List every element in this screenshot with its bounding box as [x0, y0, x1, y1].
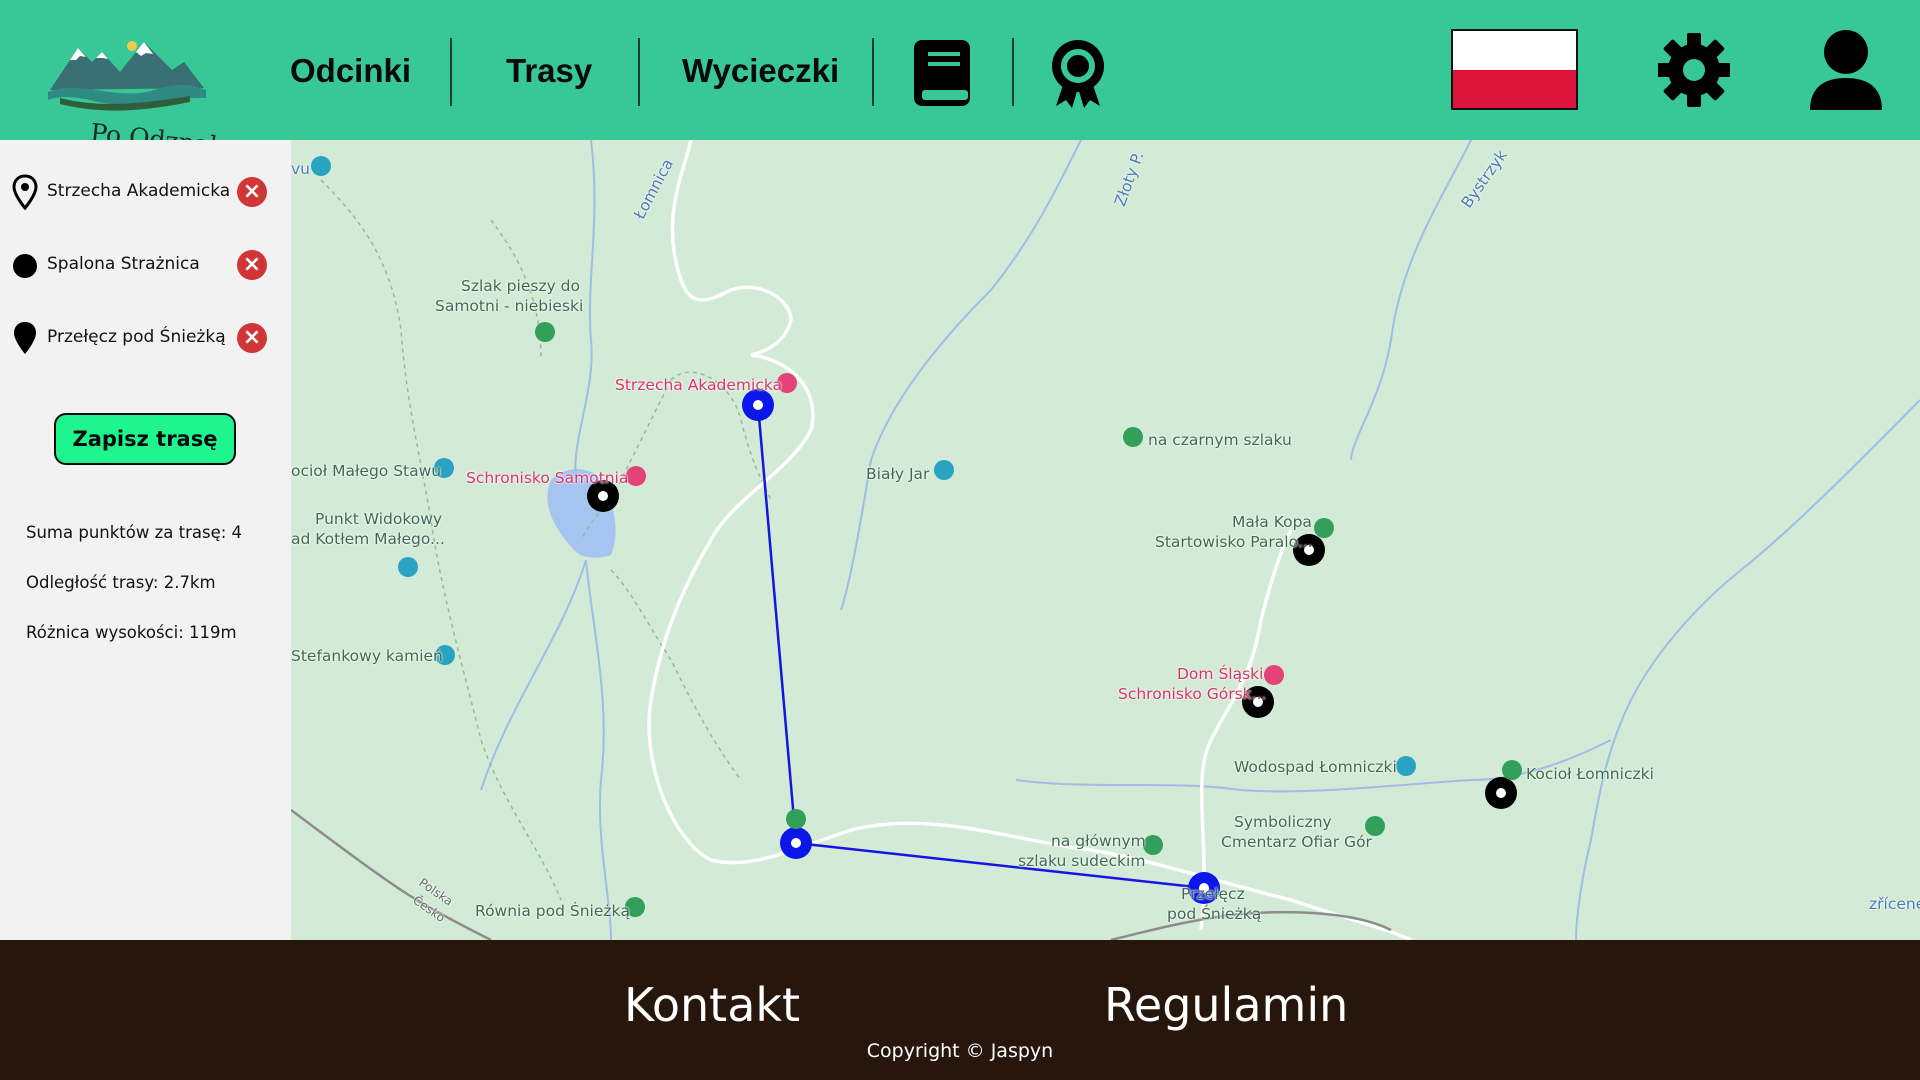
map-label: ocioł Małego Stawu	[291, 462, 442, 480]
poi-green-pins	[535, 322, 1522, 917]
remove-point-button[interactable]: ×	[237, 250, 267, 280]
poi-hotel-pins	[626, 373, 1284, 685]
route-elevation-difference: Różnica wysokości: 119m	[26, 623, 237, 642]
footer-regulamin-link[interactable]: Regulamin	[1104, 978, 1348, 1032]
map-label: Stefankowy kamień	[291, 647, 443, 665]
map-label: Punkt Widokowy	[315, 510, 443, 528]
map-label: Cmentarz Ofiar Gór	[1221, 833, 1372, 851]
flag-white-stripe	[1453, 31, 1576, 70]
po-odznake-logo[interactable]: Po Odznakę	[40, 26, 241, 162]
route-point-label: Strzecha Akademicka	[47, 181, 231, 201]
map-label: pod Śnieżką	[1167, 905, 1262, 923]
end-pin-filled-icon	[14, 322, 36, 354]
nav-trasy[interactable]: Trasy	[506, 52, 592, 90]
nav-divider	[1012, 38, 1014, 106]
nav-divider	[872, 38, 874, 106]
copyright-text: Copyright © Jaspyn	[866, 1040, 1054, 1062]
route-point-label: Przełęcz pod Śnieżką	[47, 327, 226, 347]
map-label: Strzecha Akademicka	[615, 376, 783, 394]
country-border	[291, 808, 492, 940]
nav-odcinki[interactable]: Odcinki	[290, 52, 411, 90]
route-point-item: Strzecha Akademicka ×	[0, 170, 291, 214]
map-label: ad Kotłem Małego...	[291, 530, 445, 548]
route-point-item: Spalona Strażnica ×	[0, 243, 291, 287]
map-label: zřícene	[1869, 895, 1920, 913]
map-label: Przełęcz	[1181, 885, 1245, 903]
map-canvas[interactable]: vu Łomnica Złoty P. Bystrzyk Szlak piesz…	[291, 140, 1920, 940]
nav-divider	[450, 38, 452, 106]
footer-kontakt-link[interactable]: Kontakt	[624, 978, 800, 1032]
start-pin-outline-icon	[12, 174, 38, 210]
route-distance: Odległość trasy: 2.7km	[26, 573, 216, 592]
route-point-item: Przełęcz pod Śnieżką ×	[0, 316, 291, 360]
map-label: Dom Śląski	[1177, 665, 1264, 683]
map-label: na czarnym szlaku	[1148, 431, 1292, 449]
user-icon[interactable]	[1808, 28, 1884, 112]
footer: Kontakt Regulamin Copyright © Jaspyn	[0, 940, 1920, 1080]
route-sidebar: Strzecha Akademicka × Spalona Strażnica …	[0, 140, 291, 940]
nav-divider	[638, 38, 640, 106]
map-label: na głównym	[1051, 832, 1146, 850]
map-label: Biały Jar	[866, 465, 930, 483]
map-label: szlaku sudeckim	[1018, 852, 1146, 870]
route-points-sum: Suma punktów za trasę: 4	[26, 523, 243, 542]
map-label: Równia pod Śnieżką	[475, 902, 630, 920]
map-layer	[291, 140, 1920, 940]
map-label: Szlak pieszy do	[461, 277, 580, 295]
gear-icon[interactable]	[1657, 30, 1731, 110]
book-icon[interactable]	[912, 38, 974, 108]
polish-flag-language-button[interactable]	[1451, 29, 1578, 110]
route-marker-middle	[780, 827, 812, 859]
route-point-label: Spalona Strażnica	[47, 254, 200, 274]
dot-point-icon	[13, 254, 37, 278]
flag-red-stripe	[1453, 69, 1576, 108]
map-label: Symboliczny	[1234, 813, 1332, 831]
map-label: Wodospad Łomniczki	[1234, 758, 1397, 776]
nav-wycieczki[interactable]: Wycieczki	[682, 52, 839, 90]
remove-point-button[interactable]: ×	[237, 323, 267, 353]
map-label: Kocioł Łomniczki	[1526, 765, 1654, 783]
route-line	[756, 404, 1205, 890]
map-label: Samotni - niebieski	[435, 297, 584, 315]
map-label: Schronisko Samotnia	[466, 469, 629, 487]
map-label: Mała Kopa	[1232, 513, 1312, 531]
mountains-logo-icon	[48, 41, 206, 111]
map-label: Schronisko Górsk...	[1118, 685, 1267, 703]
point-marker	[1485, 777, 1517, 809]
poi-camera-pins	[311, 156, 1416, 776]
top-nav-bar: Po Odznakę Odcinki Trasy Wycieczki	[0, 0, 1920, 162]
award-badge-icon[interactable]	[1050, 38, 1106, 110]
save-route-button[interactable]: Zapisz trasę	[54, 413, 236, 465]
map-label: Startowisko Paralo...	[1155, 533, 1313, 551]
remove-point-button[interactable]: ×	[237, 177, 267, 207]
map-label: vu	[291, 160, 310, 178]
